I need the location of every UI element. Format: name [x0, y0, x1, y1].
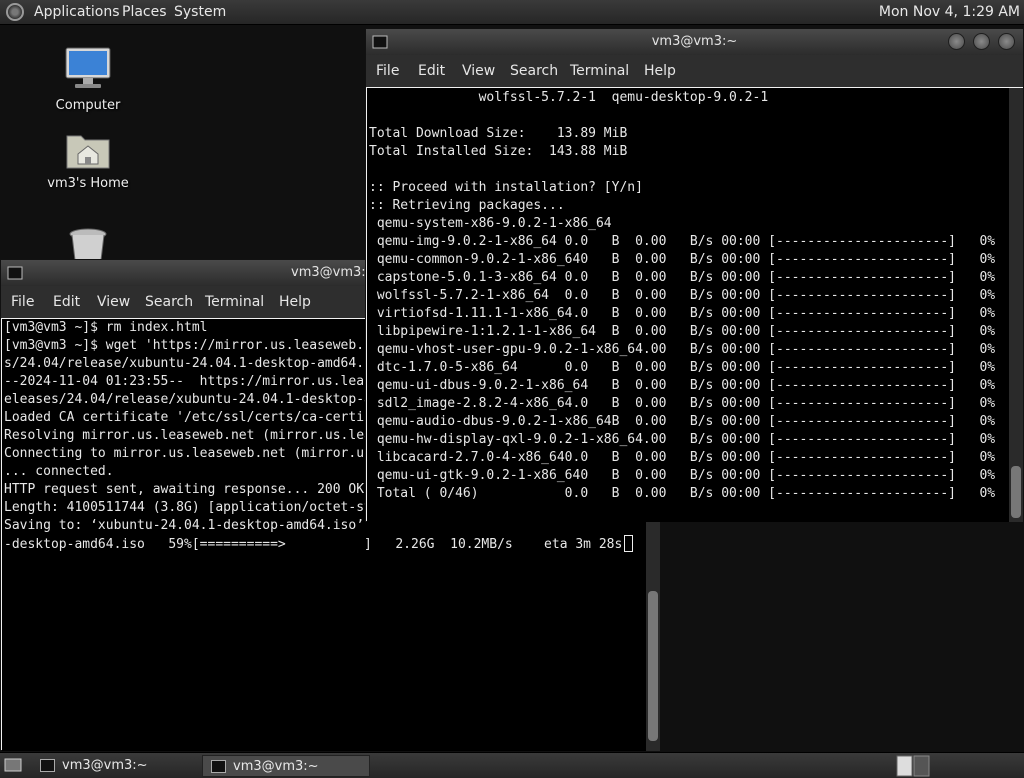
terminal-icon — [40, 759, 55, 772]
window-title: vm3@vm3:~ — [651, 34, 738, 49]
terminal-line: :: Retrieving packages... — [369, 198, 565, 213]
terminal-line: capstone-5.0.1-3-x86_64 0.0 B 0.00 B/s 0… — [369, 270, 996, 285]
terminal-line: qemu-audio-dbus-9.0.2-1-x86_64B 0.00 B/s… — [369, 414, 996, 429]
terminal-line: qemu-system-x86-9.0.2-1-x86_64 — [369, 216, 612, 231]
system-menu[interactable]: System — [174, 4, 226, 20]
close-button[interactable] — [998, 33, 1015, 50]
terminal-line: qemu-hw-display-qxl-9.0.2-1-x86_64.00 B/… — [369, 432, 996, 447]
terminal-line: libpipewire-1:1.2.1-1-x86_64 B 0.00 B/s … — [369, 324, 996, 339]
top-panel: Applications Places System Mon Nov 4, 1:… — [0, 0, 1024, 25]
taskbar-item[interactable]: vm3@vm3:~ — [32, 755, 198, 777]
window-menubar: File Edit View Search Terminal Help — [366, 55, 1023, 87]
terminal-icon — [211, 760, 226, 773]
desktop-icon-label: Computer — [55, 98, 121, 113]
show-desktop-icon[interactable] — [4, 757, 22, 773]
terminal-line: libcacard-2.7.0-4-x86_640.0 B 0.00 B/s 0… — [369, 450, 996, 465]
computer-icon — [65, 47, 111, 88]
desktop-icon-label: vm3's Home — [47, 176, 129, 191]
window-menu-icon[interactable] — [7, 265, 23, 281]
home-folder-icon — [66, 135, 110, 169]
terminal-line: qemu-common-9.0.2-1-x86_640 B 0.00 B/s 0… — [369, 252, 996, 267]
terminal-line: :: Proceed with installation? [Y/n] — [369, 180, 643, 195]
terminal-line: sdl2_image-2.8.2-4-x86_64.0 B 0.00 B/s 0… — [369, 396, 996, 411]
places-menu[interactable]: Places — [122, 4, 167, 20]
menu-edit[interactable]: Edit — [53, 294, 80, 310]
progress-line: -desktop-amd64.iso 59%[==========> ] 2.2… — [4, 535, 644, 554]
distro-logo-icon[interactable] — [6, 3, 24, 21]
terminal-line: qemu-img-9.0.2-1-x86_64 0.0 B 0.00 B/s 0… — [369, 234, 996, 249]
menu-terminal[interactable]: Terminal — [205, 294, 264, 310]
taskbar-item-label: vm3@vm3:~ — [233, 759, 319, 774]
scrollbar-thumb[interactable] — [648, 591, 658, 741]
desktop-icon-home[interactable]: vm3's Home — [33, 128, 143, 191]
desktop-icon-computer[interactable]: Computer — [33, 46, 143, 113]
maximize-button[interactable] — [973, 33, 990, 50]
menu-view[interactable]: View — [462, 63, 495, 79]
menu-search[interactable]: Search — [510, 63, 558, 79]
menu-help[interactable]: Help — [279, 294, 311, 310]
workspace-switcher[interactable] — [896, 755, 930, 777]
taskbar-item-active[interactable]: vm3@vm3:~ — [202, 755, 370, 777]
menu-help[interactable]: Help — [644, 63, 676, 79]
terminal-line: Total Download Size: 13.89 MiB — [369, 126, 628, 141]
menu-view[interactable]: View — [97, 294, 130, 310]
menu-terminal[interactable]: Terminal — [570, 63, 629, 79]
scrollbar[interactable] — [1009, 88, 1023, 522]
menu-edit[interactable]: Edit — [418, 63, 445, 79]
menu-file[interactable]: File — [11, 294, 34, 310]
terminal-line: Total ( 0/46) 0.0 B 0.00 B/s 00:00 [----… — [369, 486, 996, 501]
terminal-line: qemu-vhost-user-gpu-9.0.2-1-x86_64.00 B/… — [369, 342, 996, 357]
menu-search[interactable]: Search — [145, 294, 193, 310]
terminal-line: virtiofsd-1.11.1-1-x86_64.0 B 0.00 B/s 0… — [369, 306, 996, 321]
terminal-line: qemu-ui-dbus-9.0.2-1-x86_64 B 0.00 B/s 0… — [369, 378, 996, 393]
terminal-line: wolfssl-5.7.2-1 qemu-desktop-9.0.2-1 — [369, 90, 769, 105]
trash-icon — [69, 228, 107, 261]
terminal-output[interactable]: wolfssl-5.7.2-1 qemu-desktop-9.0.2-1 Tot… — [367, 88, 1009, 522]
taskbar-item-label: vm3@vm3:~ — [62, 758, 148, 773]
terminal-line: -desktop-amd64.iso 59%[==========> ] 2.2… — [4, 537, 623, 552]
window-title: vm3@vm3:~ — [291, 265, 377, 280]
terminal-line: qemu-ui-gtk-9.0.2-1-x86_640 B 0.00 B/s 0… — [369, 468, 996, 483]
bottom-panel: vm3@vm3:~ vm3@vm3:~ — [0, 752, 1024, 778]
terminal-line: Total Installed Size: 143.88 MiB — [369, 144, 628, 159]
clock[interactable]: Mon Nov 4, 1:29 AM — [879, 4, 1020, 20]
terminal-window-front[interactable]: vm3@vm3:~ File Edit View Search Terminal… — [365, 28, 1024, 522]
applications-menu[interactable]: Applications — [34, 4, 120, 20]
terminal-line: wolfssl-5.7.2-1-x86_64 0.0 B 0.00 B/s 00… — [369, 288, 996, 303]
text-cursor — [624, 535, 634, 552]
menu-file[interactable]: File — [376, 63, 399, 79]
minimize-button[interactable] — [948, 33, 965, 50]
scrollbar-thumb[interactable] — [1011, 466, 1021, 518]
window-titlebar[interactable]: vm3@vm3:~ — [366, 29, 1023, 55]
terminal-line: dtc-1.7.0-5-x86_64 0.0 B 0.00 B/s 00:00 … — [369, 360, 996, 375]
